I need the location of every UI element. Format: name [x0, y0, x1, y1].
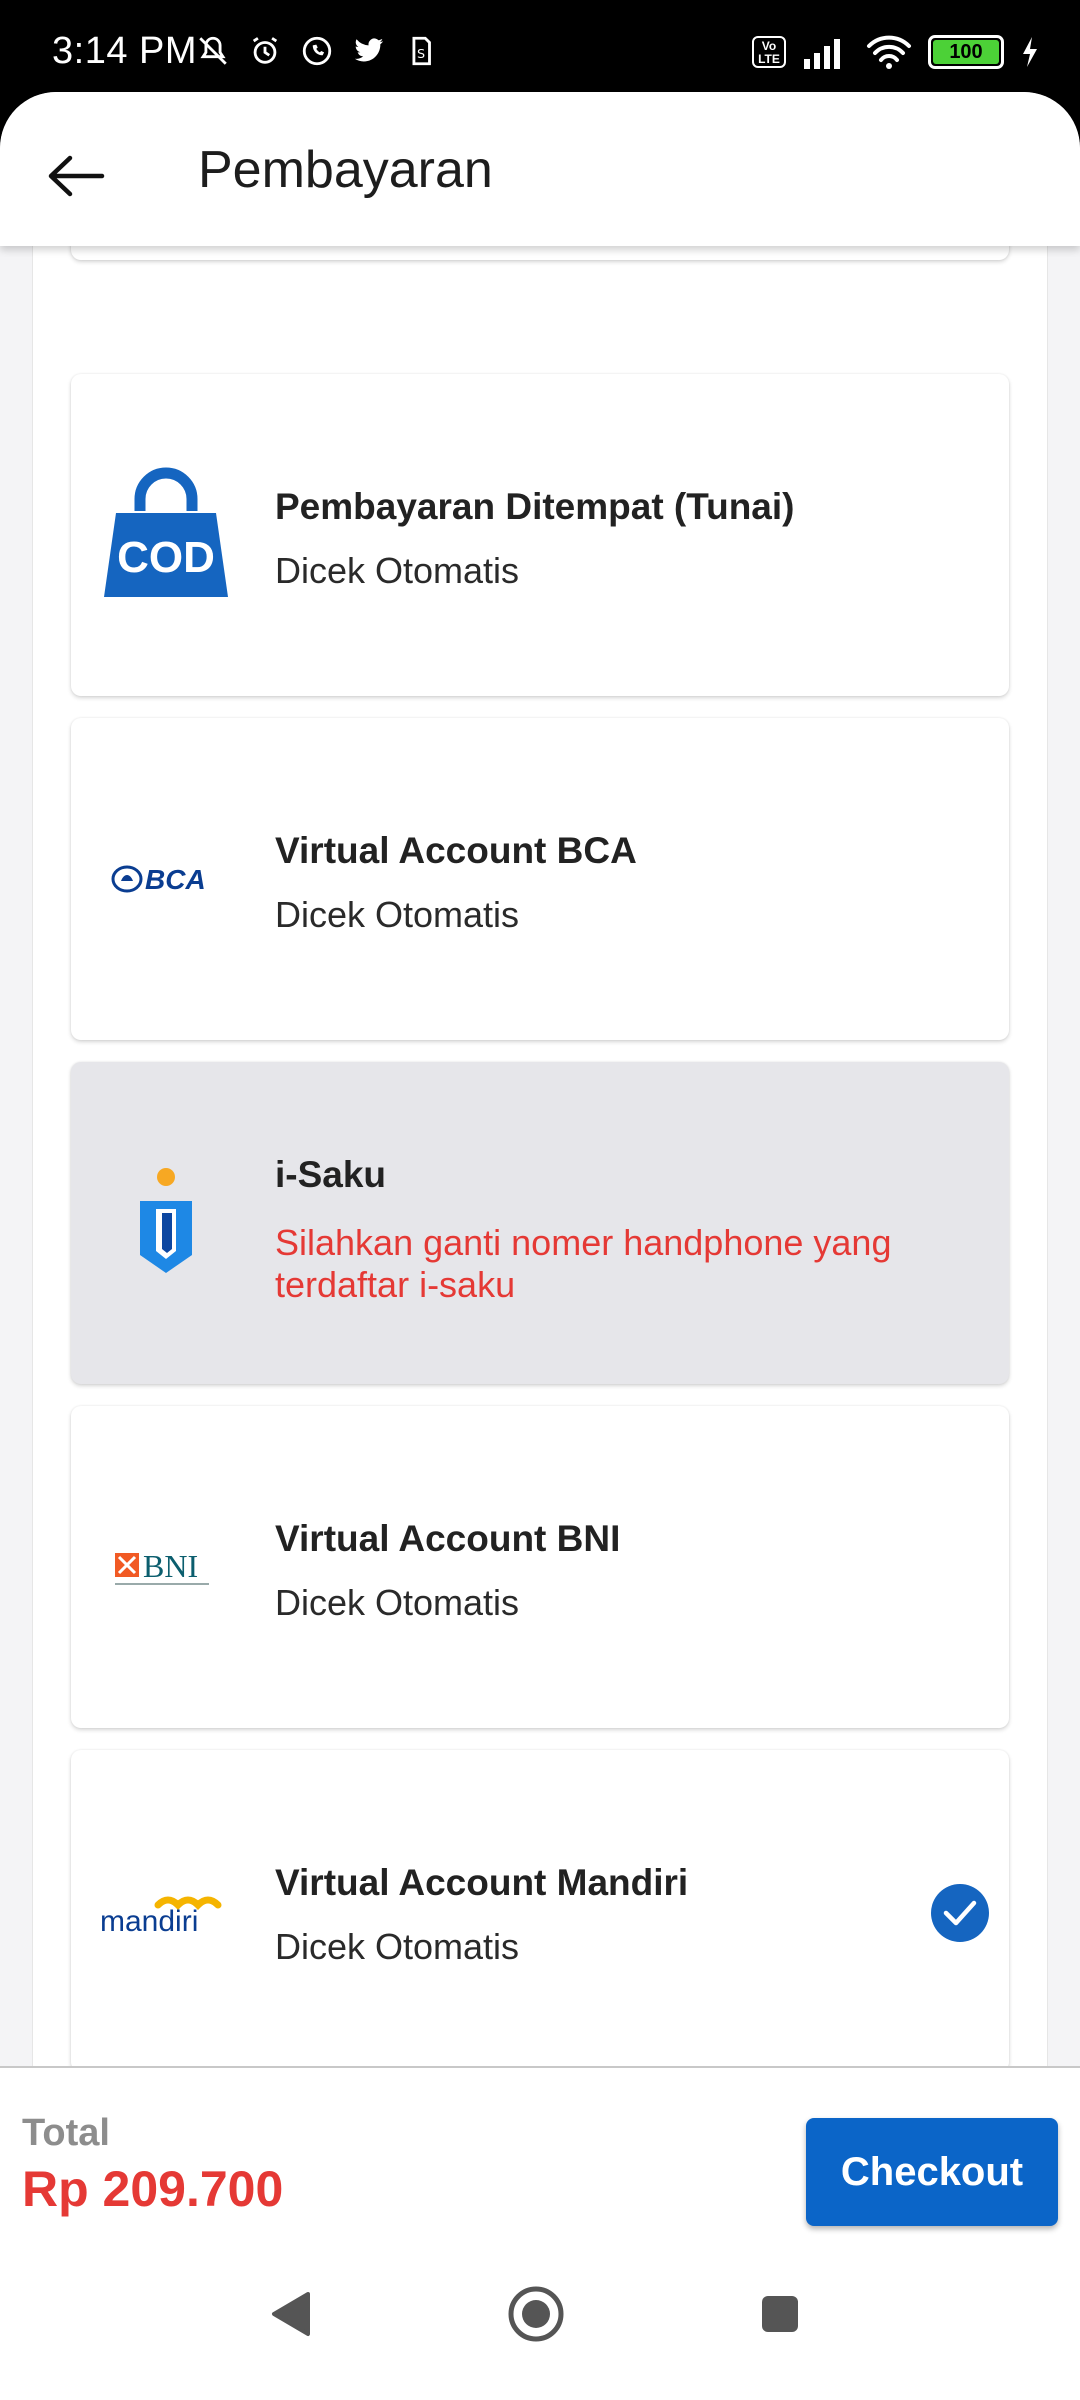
triangle-back-icon	[272, 2292, 310, 2336]
payment-title: Pembayaran Ditempat (Tunai)	[275, 486, 795, 527]
payment-warning: Silahkan ganti nomer handphone yang terd…	[275, 1222, 892, 1305]
selected-check-icon	[931, 1884, 989, 1942]
payment-card-mandiri[interactable]: mandiri Virtual Account Mandiri Dicek Ot…	[71, 1750, 1009, 2072]
payment-title: i-Saku	[275, 1154, 387, 1195]
muted-bell-icon	[199, 36, 227, 65]
total-label: Total	[22, 2112, 110, 2154]
back-button[interactable]	[40, 140, 112, 212]
notification-icons: S	[196, 34, 438, 68]
total-value: Rp 209.700	[22, 2161, 284, 2217]
nav-recents-button[interactable]	[740, 2274, 820, 2354]
charging-icon	[1023, 37, 1037, 67]
system-icons: Vo LTE 100	[752, 34, 1040, 70]
page-title: Pembayaran	[198, 141, 493, 199]
mandiri-logo-icon: mandiri	[91, 1836, 241, 1986]
payment-title: Virtual Account BNI	[275, 1518, 621, 1559]
bni-logo-icon: BNI	[91, 1492, 241, 1642]
payment-subtitle: Dicek Otomatis	[275, 894, 520, 935]
payment-title: Virtual Account Mandiri	[275, 1862, 689, 1903]
nav-back-button[interactable]	[250, 2274, 330, 2354]
battery-icon: 100	[928, 35, 1004, 69]
whatsapp-icon	[302, 36, 332, 66]
payment-card-isaku[interactable]: i-Saku Silahkan ganti nomer handphone ya…	[71, 1062, 1009, 1384]
twitter-icon	[354, 38, 384, 62]
payment-title: Virtual Account BCA	[275, 830, 637, 871]
payment-list: COD Pembayaran Ditempat (Tunai) Dicek Ot…	[32, 242, 1048, 2162]
cod-logo-icon: COD	[91, 460, 241, 610]
payment-subtitle: Dicek Otomatis	[275, 1582, 520, 1623]
sim-icon: S	[412, 36, 431, 66]
system-nav-bar	[0, 2244, 1080, 2400]
svg-text:BNI: BNI	[143, 1548, 198, 1584]
isaku-logo-icon	[91, 1148, 241, 1298]
wifi-icon	[867, 35, 911, 69]
volte-badge: Vo LTE	[752, 36, 786, 68]
status-bar: 3:14 PM S Vo LTE 100	[0, 0, 1080, 96]
battery-level: 100	[933, 40, 999, 64]
checkout-button[interactable]: Checkout	[806, 2118, 1058, 2226]
arrow-left-icon	[48, 155, 105, 197]
payment-card-bni[interactable]: BNI Virtual Account BNI Dicek Otomatis	[71, 1406, 1009, 1728]
svg-text:COD: COD	[117, 533, 215, 582]
payment-card-cod[interactable]: COD Pembayaran Ditempat (Tunai) Dicek Ot…	[71, 374, 1009, 696]
app-header: Pembayaran	[0, 92, 1080, 246]
circle-home-icon	[508, 2286, 564, 2342]
payment-subtitle: Dicek Otomatis	[275, 1926, 520, 1967]
checkout-bar: Total Rp 209.700 Checkout	[0, 2066, 1080, 2246]
status-time: 3:14 PM	[52, 30, 198, 72]
svg-text:mandiri: mandiri	[100, 1905, 198, 1938]
signal-icon	[804, 39, 840, 69]
alarm-icon	[252, 37, 278, 64]
square-recents-icon	[762, 2296, 798, 2332]
bca-logo-icon: BCA	[91, 804, 241, 954]
nav-home-button[interactable]	[496, 2274, 576, 2354]
payment-subtitle: Dicek Otomatis	[275, 550, 520, 591]
payment-card-bca[interactable]: BCA Virtual Account BCA Dicek Otomatis	[71, 718, 1009, 1040]
svg-text:BCA: BCA	[145, 864, 206, 895]
svg-text:S: S	[417, 47, 425, 62]
app-screen: Pembayaran COD Pembayaran Ditempat (Tuna…	[0, 92, 1080, 2400]
